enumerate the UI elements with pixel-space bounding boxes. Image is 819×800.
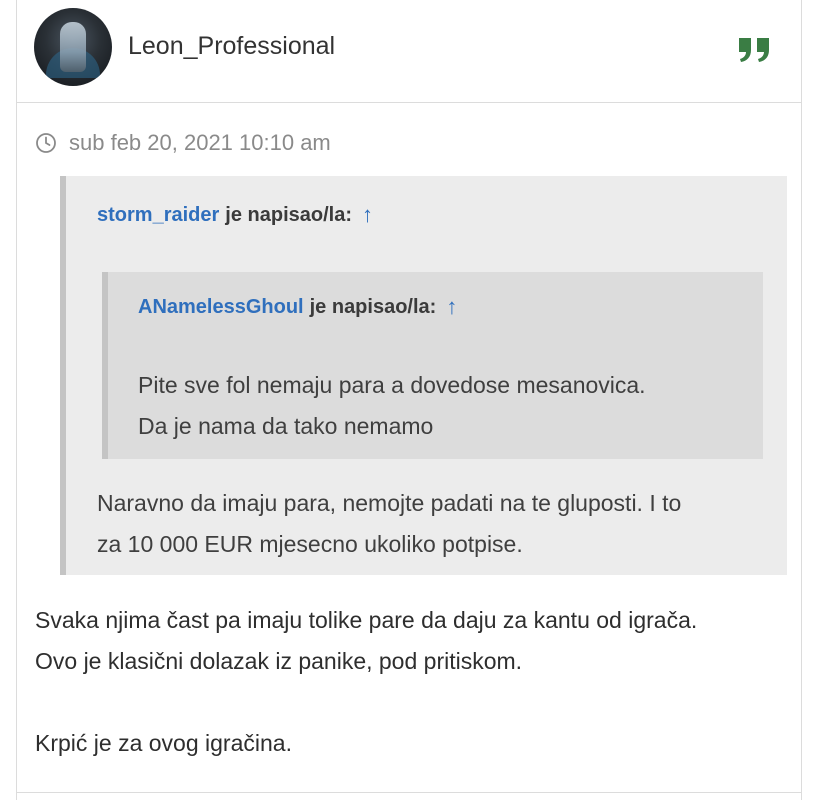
clock-icon [36,133,56,153]
inner-quote-text: Pite sve fol nemaju para a dovedose mesa… [138,365,646,447]
post-author-username[interactable]: Leon_Professional [128,32,335,61]
post-date-text: sub feb 20, 2021 10:10 am [69,130,331,155]
inner-quote-line: Da je nama da tako nemamo [138,413,434,439]
quote-cite-suffix: je napisao/la: [309,295,437,318]
forum-post: Leon_Professional sub feb 20, 2021 10:10… [16,0,802,800]
inner-quote-line: Pite sve fol nemaju para a dovedose mesa… [138,372,646,398]
quote-icon[interactable] [735,30,775,70]
go-to-quote-arrow-icon[interactable]: ↑ [362,202,373,228]
quote-author-link[interactable]: storm_raider [97,204,219,227]
outer-quote-line: Naravno da imaju para, nemojte padati na… [97,490,682,516]
outer-quote-line: za 10 000 EUR mjesecno ukoliko potpise. [97,531,523,557]
quote-author-link[interactable]: ANamelessGhoul [138,296,304,319]
quote-cite-suffix: je napisao/la: [225,203,352,226]
post-body: Svaka njima čast pa imaju tolike pare da… [35,600,795,764]
go-to-quote-arrow-icon[interactable]: ↑ [446,294,457,320]
post-body-line: Ovo je klasični dolazak iz panike, pod p… [35,648,523,674]
post-header: Leon_Professional [17,0,801,103]
quote-cite-outer: storm_raider je napisao/la: ↑ [97,202,373,228]
user-avatar[interactable] [34,8,112,86]
blockquote-outer: storm_raider je napisao/la: ↑ ANamelessG… [60,176,787,575]
quote-cite-inner: ANamelessGhoul je napisao/la: ↑ [138,294,457,320]
post-body-line: Svaka njima čast pa imaju tolike pare da… [35,607,698,633]
outer-quote-text: Naravno da imaju para, nemojte padati na… [97,483,681,565]
post-body-line: Krpić je za ovog igračina. [35,730,292,756]
blockquote-inner: ANamelessGhoul je napisao/la: ↑ Pite sve… [102,272,763,459]
post-date: sub feb 20, 2021 10:10 am [35,128,331,158]
divider [17,792,801,793]
